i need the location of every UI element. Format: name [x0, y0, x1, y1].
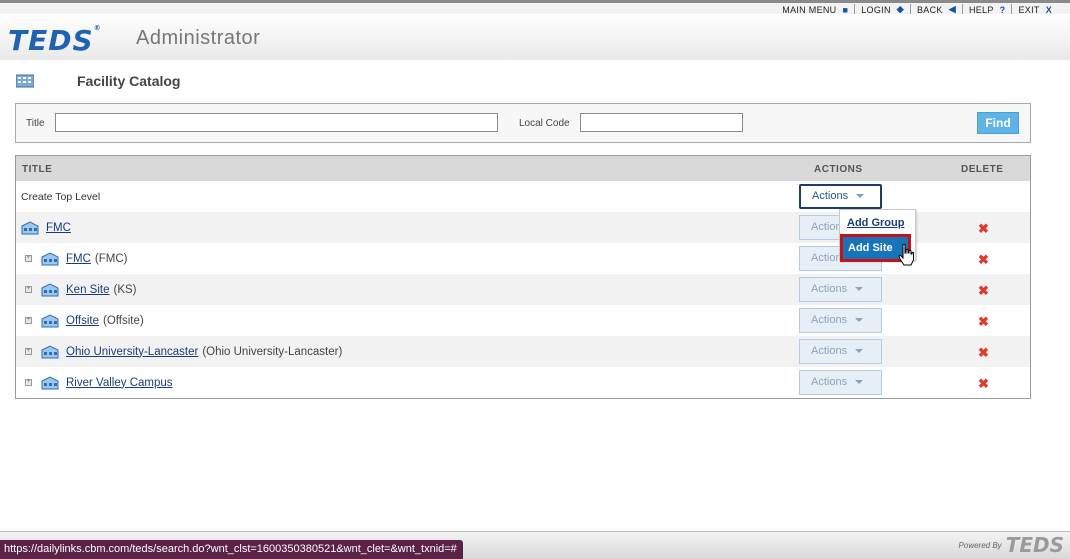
caret-down-icon — [855, 380, 864, 385]
actions-label: Actions — [812, 190, 849, 202]
actions-label: Actions — [811, 283, 848, 295]
column-actions: ACTIONS — [814, 164, 863, 175]
actions-label: Actions — [811, 376, 848, 388]
expand-icon[interactable]: + — [25, 255, 32, 262]
building-icon — [21, 220, 39, 234]
column-title: TITLE — [22, 164, 53, 175]
main-menu-label: MAIN MENU — [782, 4, 837, 15]
row-title-cell: FMC — [20, 212, 75, 243]
page-title: Facility Catalog — [77, 73, 181, 89]
back-label: BACK — [916, 4, 943, 15]
expand-icon[interactable]: + — [25, 379, 32, 386]
add-group-menu-item[interactable]: Add Group — [847, 217, 904, 229]
building-icon — [41, 251, 59, 265]
row-title-cell: + River Valley Campus — [25, 367, 177, 398]
building-icon — [41, 375, 59, 389]
app-name: Administrator — [136, 27, 261, 49]
expand-icon[interactable]: + — [25, 317, 32, 324]
facility-link[interactable]: Offsite — [66, 315, 99, 327]
facility-link[interactable]: FMC — [46, 222, 71, 234]
actions-label: Actions — [811, 314, 848, 326]
powered-by-label: Powered By — [958, 540, 1002, 550]
row-actions-button[interactable]: Actions — [799, 339, 882, 364]
table-row: + Ken Site (KS) Actions ✖ — [16, 274, 1030, 305]
row-title-cell: + Offsite (Offsite) — [25, 305, 144, 336]
facility-code: (Offsite) — [103, 314, 144, 327]
delete-icon[interactable]: ✖ — [978, 345, 989, 361]
help-icon: ? — [999, 4, 1006, 15]
facility-link[interactable]: River Valley Campus — [66, 377, 173, 389]
search-panel: Title Local Code Find — [15, 103, 1031, 143]
table-row: + Ohio University-Lancaster (Ohio Univer… — [16, 336, 1030, 367]
login-label: LOGIN — [861, 4, 891, 15]
facility-code: (FMC) — [94, 252, 128, 265]
table-row-top-level: Create Top Level Actions — [16, 181, 1030, 212]
caret-down-icon — [855, 318, 864, 323]
delete-icon[interactable]: ✖ — [978, 252, 989, 268]
app-header: TEDS® Administrator — [0, 14, 1070, 60]
hand-cursor-icon — [898, 244, 914, 266]
top-level-actions-button[interactable]: Actions — [799, 184, 882, 209]
facility-link[interactable]: Ken Site — [66, 284, 109, 296]
logo-mark: ® — [93, 24, 102, 32]
footer-logo: TEDS — [1005, 533, 1064, 557]
row-title-cell: + Ken Site (KS) — [25, 274, 136, 305]
actions-label: Actions — [811, 345, 848, 357]
building-icon — [41, 282, 59, 296]
table-header: TITLE ACTIONS DELETE — [16, 156, 1030, 181]
create-top-level-label: Create Top Level — [21, 190, 101, 203]
caret-down-icon — [855, 349, 864, 354]
caret-down-icon — [856, 194, 865, 199]
row-actions-button[interactable]: Actions — [799, 308, 882, 333]
delete-icon[interactable]: ✖ — [978, 221, 989, 237]
local-code-input[interactable] — [580, 113, 743, 132]
table-row: + River Valley Campus Actions ✖ — [16, 367, 1030, 398]
find-button[interactable]: Find — [977, 112, 1019, 134]
delete-icon[interactable]: ✖ — [978, 376, 989, 392]
table-row: + Offsite (Offsite) Actions ✖ — [16, 305, 1030, 336]
delete-icon[interactable]: ✖ — [978, 283, 989, 299]
row-actions-button[interactable]: Actions — [799, 370, 882, 395]
local-code-label: Local Code — [519, 118, 570, 129]
facility-link[interactable]: Ohio University-Lancaster — [66, 346, 198, 358]
delete-icon[interactable]: ✖ — [978, 314, 989, 330]
title-input[interactable] — [55, 113, 498, 132]
help-label: HELP — [968, 4, 994, 15]
exit-icon: X — [1045, 4, 1052, 15]
expand-icon[interactable]: + — [25, 348, 32, 355]
logo-text: TEDS — [8, 24, 94, 57]
caret-down-icon — [855, 287, 864, 292]
expand-icon[interactable]: + — [25, 286, 32, 293]
square-icon: ■ — [842, 4, 849, 15]
building-icon — [41, 344, 59, 358]
powered-by: Powered By TEDS — [959, 533, 1064, 557]
row-actions-button[interactable]: Actions — [799, 277, 882, 302]
column-delete: DELETE — [961, 164, 1004, 175]
building-icon — [41, 313, 59, 327]
title-label: Title — [26, 118, 45, 129]
facility-catalog-icon — [16, 74, 34, 88]
facility-table: TITLE ACTIONS DELETE Create Top Level Ac… — [15, 155, 1031, 399]
exit-label: EXIT — [1018, 4, 1040, 15]
row-title-cell: + FMC (FMC) — [25, 243, 128, 274]
facility-link[interactable]: FMC — [66, 253, 91, 265]
row-title-cell: + Ohio University-Lancaster (Ohio Univer… — [25, 336, 342, 367]
status-bar-url: https://dailylinks.cbm.com/teds/search.d… — [0, 540, 463, 559]
facility-code: (Ohio University-Lancaster) — [202, 345, 343, 358]
facility-code: (KS) — [113, 283, 137, 296]
top-nav-bar: MAIN MENU ■ LOGIN ◆ BACK ◀ HELP ? EXIT X — [0, 0, 1070, 15]
teds-logo: TEDS® — [8, 24, 102, 57]
